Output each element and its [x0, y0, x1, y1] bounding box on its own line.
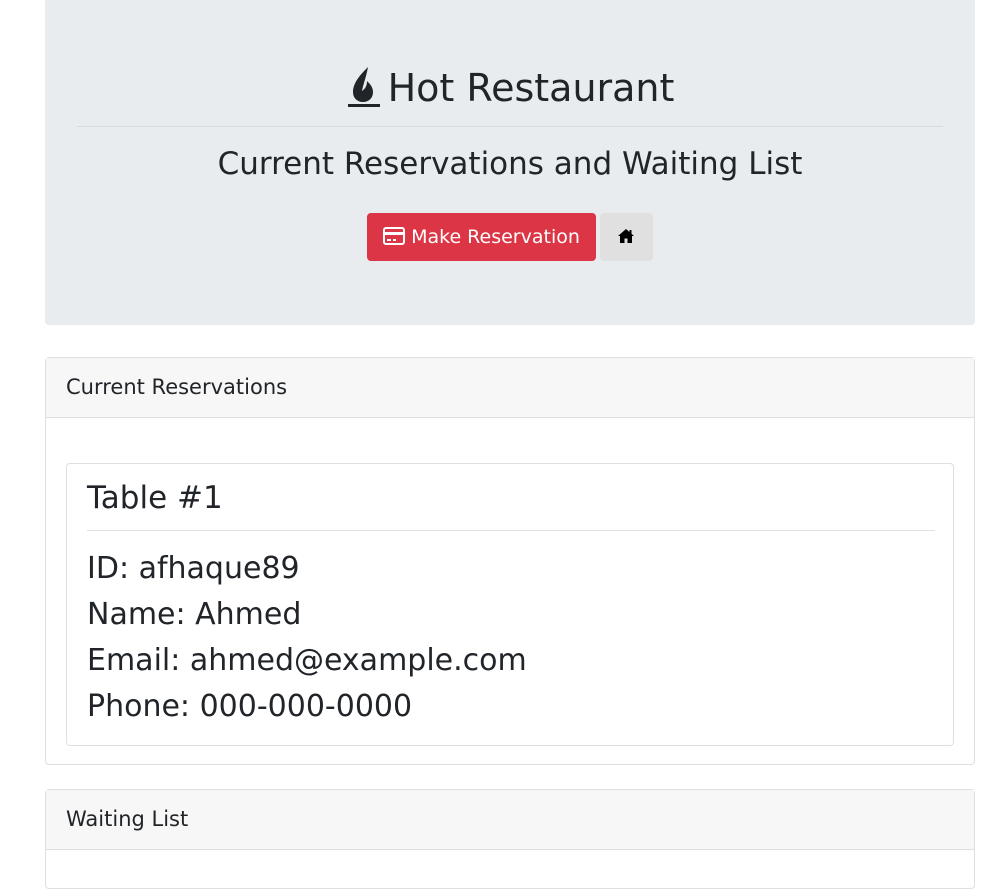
reservation-email: Email: ahmed@example.com: [87, 643, 527, 678]
home-icon: [618, 228, 635, 243]
table-title: Table #1: [87, 480, 223, 516]
reservation-details: ID: afhaque89 Name: Ahmed Email: ahmed@e…: [87, 546, 527, 730]
table-divider: [87, 530, 935, 531]
reservation-id: ID: afhaque89: [87, 551, 300, 586]
page-title: Hot Restaurant: [45, 62, 975, 114]
jumbotron-header: Hot Restaurant Current Reservations and …: [45, 0, 975, 325]
make-reservation-button[interactable]: Make Reservation: [367, 213, 596, 261]
header-divider: [77, 126, 943, 127]
current-reservations-card: Current Reservations Table #1 ID: afhaqu…: [45, 357, 975, 765]
reservation-phone: Phone: 000-000-0000: [87, 689, 413, 724]
credit-card-icon: [383, 227, 406, 245]
header-actions: Make Reservation: [45, 213, 975, 261]
reservation-table-card: Table #1 ID: afhaque89 Name: Ahmed Email…: [66, 463, 954, 746]
page-subtitle: Current Reservations and Waiting List: [217, 146, 803, 182]
fire-icon: [347, 66, 380, 107]
current-reservations-heading: Current Reservations: [46, 358, 974, 418]
make-reservation-label: Make Reservation: [411, 226, 580, 248]
waiting-list-heading: Waiting List: [46, 790, 974, 850]
home-button[interactable]: [599, 213, 653, 261]
waiting-list-card: Waiting List: [45, 789, 975, 889]
page-title-text: Hot Restaurant: [387, 66, 675, 110]
reservation-name: Name: Ahmed: [87, 597, 302, 632]
